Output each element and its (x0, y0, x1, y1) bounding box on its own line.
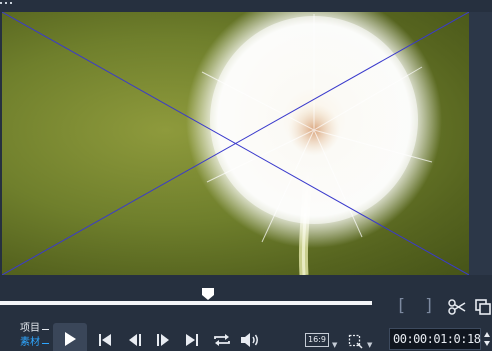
repeat-icon[interactable] (211, 330, 233, 350)
go-to-start-icon[interactable] (96, 331, 114, 349)
play-icon (65, 332, 76, 346)
safe-area-guides (2, 12, 469, 275)
mark-in-icon[interactable]: [ (396, 296, 406, 316)
menu-dots-icon[interactable] (0, 0, 20, 6)
mark-out-icon[interactable]: ] (424, 296, 434, 316)
clip-mode[interactable]: 素材 (20, 336, 49, 350)
project-mode-label: 项目 (20, 323, 40, 334)
copy-icon[interactable] (474, 297, 492, 317)
clip-mode-label: 素材 (20, 337, 40, 348)
aspect-ratio-button[interactable]: 16:9 (305, 333, 329, 347)
previous-frame-icon[interactable] (125, 331, 145, 349)
cut-icon[interactable] (447, 297, 467, 317)
volume-icon[interactable] (239, 330, 261, 350)
timecode-display[interactable]: 00:00:01:0:18 (389, 328, 481, 350)
go-to-end-icon[interactable] (183, 331, 201, 349)
scrubber-handle[interactable] (201, 286, 215, 300)
preview-side-panel (469, 12, 492, 275)
project-mode[interactable]: 项目 (20, 322, 49, 336)
next-frame-icon[interactable] (153, 331, 173, 349)
mode-switcher: 项目 素材 (20, 322, 49, 350)
scrubber-track[interactable] (0, 301, 372, 305)
timecode-stepper[interactable] (482, 328, 492, 350)
chevron-down-icon[interactable]: ▼ (332, 341, 337, 349)
chevron-down-icon[interactable]: ▼ (367, 341, 372, 349)
video-preview (2, 12, 469, 275)
play-button[interactable] (53, 323, 87, 351)
crop-icon[interactable] (347, 333, 363, 349)
